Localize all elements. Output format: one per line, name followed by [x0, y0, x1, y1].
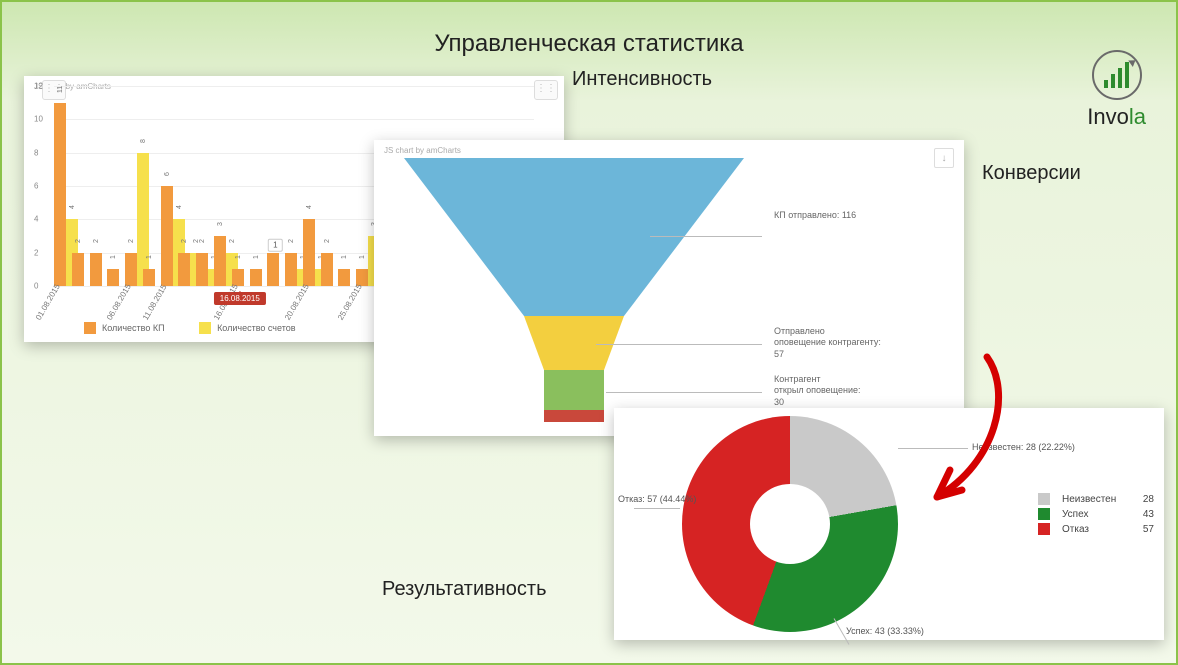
- legend-swatch-unknown-icon: [1038, 493, 1050, 505]
- donut-leader-line: [898, 448, 968, 449]
- download-icon[interactable]: ↓: [934, 148, 954, 168]
- amcharts-credit-2: JS chart by amCharts: [374, 140, 964, 155]
- result-chart-panel: Неизвестен: 28 (22.22%) Успех: 43 (33.33…: [614, 408, 1164, 640]
- legend-value-success: 43: [1143, 509, 1154, 520]
- funnel-stage-1-label: КП отправлено: 116: [774, 210, 856, 221]
- range-handle-right[interactable]: ⋮⋮: [534, 80, 558, 100]
- logo-text: Invo: [1087, 104, 1129, 129]
- legend-label-success: Успех: [1062, 509, 1088, 520]
- donut-label-unknown: Неизвестен: 28 (22.22%): [972, 442, 1075, 452]
- page-title: Управленческая статистика: [2, 30, 1176, 58]
- legend-swatch-reject-icon: [1038, 523, 1050, 535]
- legend-label-kp: Количество КП: [102, 323, 165, 333]
- section-label-intensity: Интенсивность: [572, 68, 712, 91]
- legend-swatch-bills-icon: [199, 322, 211, 334]
- funnel-leader-line: [650, 236, 762, 237]
- logo-text-accent: la: [1129, 104, 1146, 129]
- legend-swatch-success-icon: [1038, 508, 1050, 520]
- donut-leader-line: [634, 508, 680, 509]
- donut-chart-area[interactable]: [682, 416, 898, 632]
- donut-label-reject: Отказ: 57 (44.44%): [618, 494, 696, 504]
- bar-chart-legend: Количество КП Количество счетов: [84, 322, 328, 336]
- legend-label-bills: Количество счетов: [217, 323, 295, 333]
- donut-legend: Неизвестен 28 Успех 43 Отказ 57: [1038, 490, 1154, 538]
- legend-label-reject: Отказ: [1062, 524, 1089, 535]
- bar-chart-value-balloon: 1: [268, 238, 282, 251]
- funnel-chart-area[interactable]: [404, 158, 744, 424]
- funnel-leader-line: [596, 344, 762, 345]
- invola-logo: Invola: [1087, 50, 1146, 130]
- funnel-stage-2-label: Отправлено оповещение контрагенту: 57: [774, 326, 881, 360]
- section-label-result: Результативность: [382, 578, 547, 601]
- funnel-stage-3-label: Контрагент открыл оповещение: 30: [774, 374, 860, 408]
- funnel-chart-panel: JS chart by amCharts ↓ КП отправлено: 11…: [374, 140, 964, 436]
- donut-label-success: Успех: 43 (33.33%): [846, 626, 924, 636]
- logo-mark-icon: [1092, 50, 1142, 100]
- slide-root: Управленческая статистика Интенсивность …: [0, 0, 1178, 665]
- legend-label-unknown: Неизвестен: [1062, 494, 1116, 505]
- legend-value-unknown: 28: [1143, 494, 1154, 505]
- funnel-leader-line: [606, 392, 762, 393]
- section-label-conversions: Конверсии: [982, 162, 1081, 185]
- bar-chart-tooltip: 16.08.2015: [214, 292, 266, 305]
- legend-swatch-kp-icon: [84, 322, 96, 334]
- legend-value-reject: 57: [1143, 524, 1154, 535]
